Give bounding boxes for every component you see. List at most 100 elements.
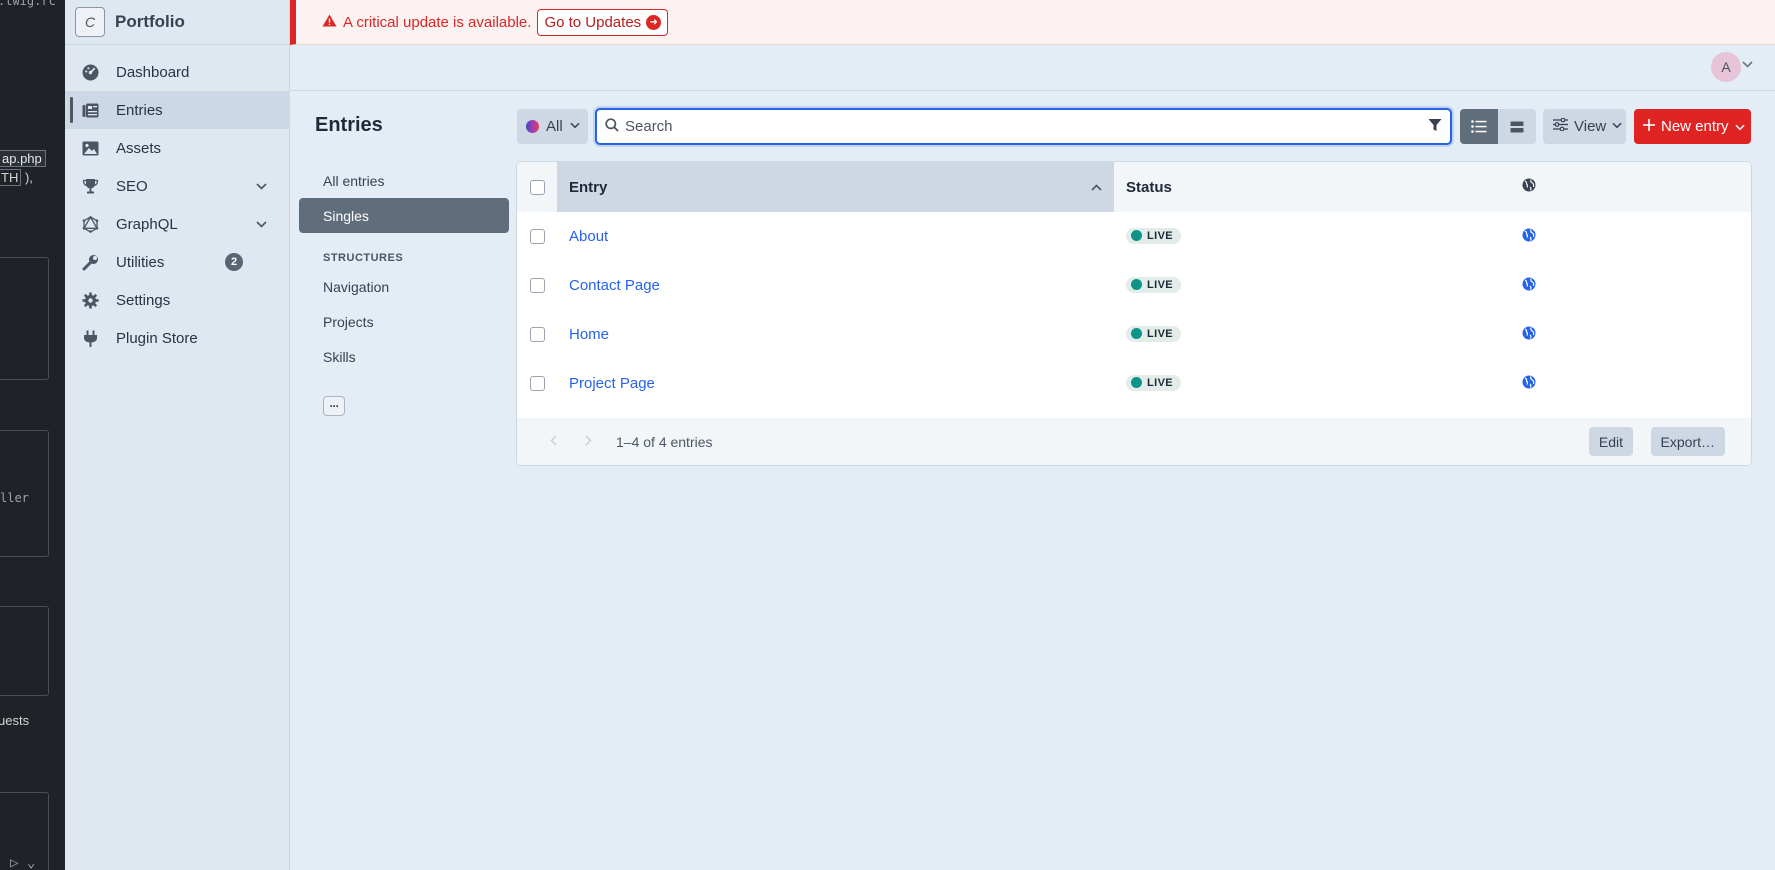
nav-label: Utilities — [116, 253, 165, 271]
nav-item-plugin-store[interactable]: Plugin Store — [65, 319, 289, 357]
row-checkbox[interactable] — [529, 327, 545, 342]
site-header[interactable]: C Portfolio — [65, 0, 289, 45]
status-badge: LIVE — [1126, 374, 1182, 391]
site-menu-button[interactable]: All — [517, 109, 588, 144]
gear-icon — [81, 291, 99, 309]
plug-icon — [81, 329, 99, 347]
globe-icon[interactable] — [1522, 375, 1536, 393]
nav-item-utilities[interactable]: Utilities 2 — [65, 243, 289, 281]
dashboard-icon — [81, 63, 99, 81]
nav-item-settings[interactable]: Settings — [65, 281, 289, 319]
entry-link[interactable]: Home — [569, 326, 609, 343]
table-view-button[interactable] — [1460, 109, 1498, 144]
editor-snippet-requests: uests — [0, 713, 30, 728]
editor-snippet-filename: .twig.rc — [0, 0, 56, 8]
select-all-checkbox[interactable] — [529, 179, 545, 195]
site-color-icon — [526, 120, 539, 133]
source-singles[interactable]: Singles — [299, 198, 509, 233]
row-checkbox[interactable] — [529, 229, 545, 244]
row-checkbox[interactable] — [529, 278, 545, 293]
entries-table: Entry Status About LIVE Contact Page LIV… — [516, 161, 1752, 466]
nav-label: Dashboard — [116, 63, 190, 81]
main-sidebar: C Portfolio Dashboard Entries Assets SEO… — [65, 0, 290, 870]
status-badge: LIVE — [1126, 276, 1182, 293]
nav-item-graphql[interactable]: GraphQL — [65, 205, 289, 243]
sliders-icon — [1553, 117, 1568, 135]
source-navigation[interactable]: Navigation — [299, 269, 509, 304]
global-header: A — [290, 45, 1775, 91]
table-row[interactable]: Home LIVE — [517, 310, 1751, 359]
status-badge: LIVE — [1126, 325, 1182, 342]
column-header-link — [1509, 178, 1549, 196]
globe-icon — [1522, 178, 1536, 196]
chevron-down-icon[interactable] — [256, 179, 267, 193]
search-input[interactable] — [625, 118, 1428, 135]
plus-icon — [1643, 118, 1655, 135]
chevron-right-icon[interactable] — [585, 434, 592, 449]
edit-button[interactable]: Edit — [1588, 427, 1633, 456]
chevron-down-icon — [570, 121, 580, 132]
editor-snippet-const: TH ), — [0, 169, 33, 186]
arrow-right-icon: ➜ — [646, 14, 662, 30]
more-options-button[interactable]: ··· — [323, 396, 345, 416]
table-row[interactable]: About LIVE — [517, 212, 1751, 261]
chevron-left-icon[interactable] — [550, 434, 557, 449]
table-row[interactable]: Project Page LIVE — [517, 359, 1751, 408]
go-to-updates-button[interactable]: Go to Updates ➜ — [537, 8, 669, 36]
view-mode-toggle — [1460, 109, 1536, 144]
globe-icon[interactable] — [1522, 277, 1536, 295]
chevron-down-icon[interactable] — [1742, 60, 1753, 71]
trophy-icon — [81, 177, 99, 195]
globe-icon[interactable] — [1522, 228, 1536, 246]
globe-icon[interactable] — [1522, 326, 1536, 344]
filter-icon[interactable] — [1428, 118, 1442, 135]
nav-item-dashboard[interactable]: Dashboard — [65, 53, 289, 91]
export-button[interactable]: Export… — [1650, 427, 1725, 456]
nav-label: Settings — [116, 291, 171, 309]
source-skills[interactable]: Skills — [299, 339, 509, 374]
new-entry-button[interactable]: New entry — [1634, 109, 1751, 144]
nav-item-entries[interactable]: Entries — [65, 91, 289, 129]
user-avatar[interactable]: A — [1711, 52, 1741, 82]
entry-link[interactable]: Contact Page — [569, 277, 660, 294]
nav-item-seo[interactable]: SEO — [65, 167, 289, 205]
card-view-button[interactable] — [1498, 109, 1536, 144]
status-dot-icon — [1131, 279, 1142, 291]
view-options-button[interactable]: View — [1543, 109, 1626, 144]
editor-snippet-file: ap.php — [0, 150, 46, 167]
pagination-count: 1–4 of 4 entries — [616, 433, 713, 450]
nav-label: Assets — [116, 139, 162, 157]
go-to-updates-label: Go to Updates — [544, 13, 642, 31]
sources-sidebar: All entries Singles STRUCTURES Navigatio… — [299, 163, 509, 374]
table-row[interactable]: Contact Page LIVE — [517, 261, 1751, 310]
editor-panel — [0, 257, 49, 380]
sort-ascending-icon — [1091, 180, 1102, 194]
graphql-icon — [81, 215, 99, 233]
sources-heading: STRUCTURES — [323, 252, 404, 264]
source-all-entries[interactable]: All entries — [299, 163, 509, 198]
entries-icon — [81, 101, 99, 119]
row-checkbox[interactable] — [529, 376, 545, 391]
status-label: LIVE — [1147, 376, 1174, 389]
nav-item-assets[interactable]: Assets — [65, 129, 289, 167]
warning-icon — [322, 14, 337, 30]
source-projects[interactable]: Projects — [299, 304, 509, 339]
status-label: LIVE — [1147, 278, 1174, 291]
table-footer: 1–4 of 4 entries Edit Export… — [517, 418, 1751, 465]
nav-label: Entries — [116, 101, 163, 119]
status-dot-icon — [1131, 328, 1142, 340]
search-box[interactable] — [595, 108, 1452, 145]
column-header-status[interactable]: Status — [1114, 179, 1509, 196]
column-header-entry[interactable]: Entry — [557, 162, 1114, 212]
image-icon — [81, 139, 99, 157]
alert-message: A critical update is available. — [343, 13, 532, 31]
site-name[interactable]: Portfolio — [115, 12, 185, 32]
search-icon — [605, 118, 619, 135]
entry-link[interactable]: About — [569, 228, 608, 245]
chevron-down-icon[interactable] — [256, 217, 267, 231]
editor-panel — [0, 606, 49, 696]
entry-link[interactable]: Project Page — [569, 375, 655, 392]
site-menu-label: All — [546, 118, 563, 135]
view-label: View — [1574, 118, 1607, 135]
site-logo[interactable]: C — [75, 7, 105, 37]
